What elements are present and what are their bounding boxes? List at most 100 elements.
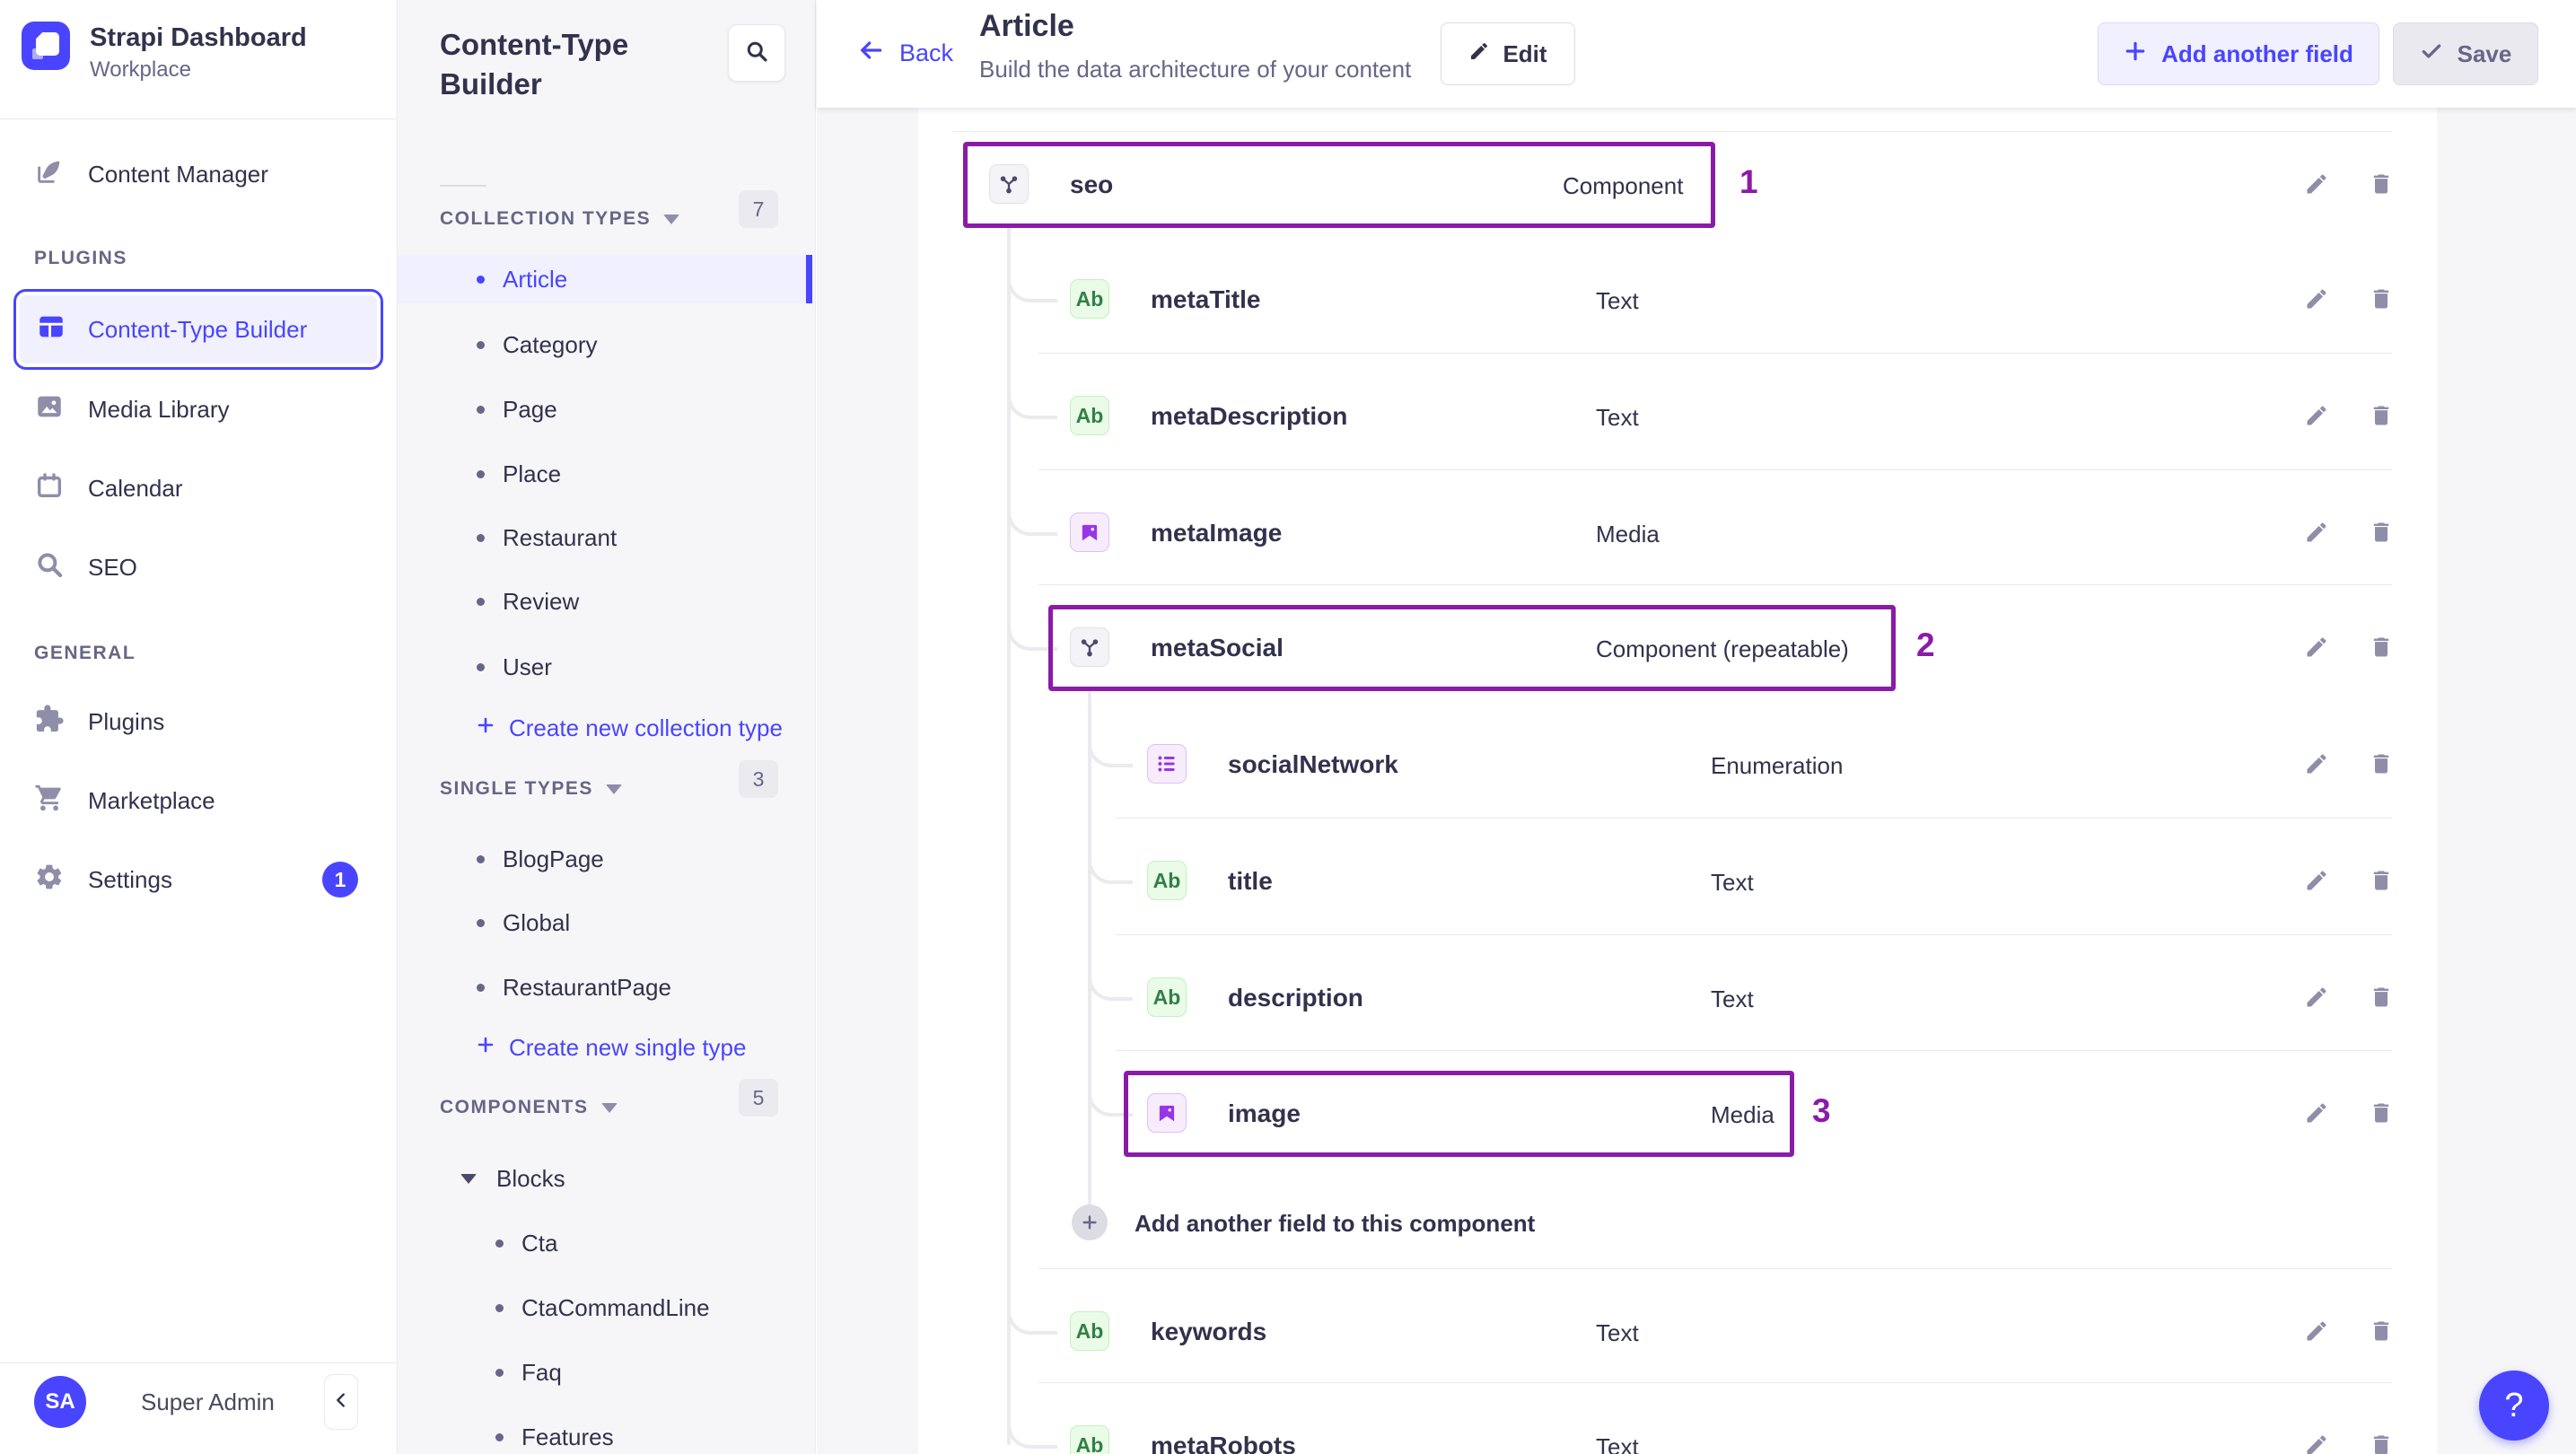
field-name: metaDescription [1151, 402, 1348, 430]
delete-field-button[interactable] [2363, 514, 2399, 550]
delete-field-button[interactable] [2363, 629, 2399, 665]
field-type: Text [1596, 1433, 1639, 1454]
collapse-sidebar-button[interactable] [324, 1374, 358, 1430]
sidebar-item-marketplace[interactable]: Marketplace [0, 768, 398, 833]
sidebar-item-label: Content Manager [88, 160, 268, 188]
components-header[interactable]: COMPONENTS [440, 1088, 618, 1127]
delete-field-button[interactable] [2363, 1427, 2399, 1454]
bullet-icon [477, 662, 485, 671]
edit-field-button[interactable] [2299, 514, 2335, 550]
edit-field-button[interactable] [2299, 1095, 2335, 1131]
subnav-item-user[interactable]: User [398, 643, 812, 691]
subnav-item-features[interactable]: Features [398, 1413, 812, 1454]
sidebar-item-label: Marketplace [88, 786, 215, 814]
field-name: description [1228, 984, 1363, 1012]
avatar[interactable]: SA [34, 1376, 86, 1428]
edit-field-button[interactable] [2299, 979, 2335, 1015]
create-collection-type-link[interactable]: Create new collection type [398, 705, 812, 750]
delete-field-button[interactable] [2363, 166, 2399, 202]
edit-field-button[interactable] [2299, 1313, 2335, 1349]
section-label: COLLECTION TYPES [440, 208, 652, 229]
subnav-item-category[interactable]: Category [398, 320, 812, 369]
subnav-item-place[interactable]: Place [398, 450, 812, 498]
add-field-to-component-label[interactable]: Add another field to this component [1135, 1210, 1535, 1238]
chevron-down-icon [605, 784, 622, 794]
sidebar-item-label: Calendar [88, 474, 183, 502]
delete-field-button[interactable] [2363, 1095, 2399, 1131]
sidebar-item-content-type-builder[interactable]: Content-Type Builder [13, 289, 383, 370]
field-type: Text [1596, 404, 1639, 431]
delete-field-button[interactable] [2363, 746, 2399, 782]
bullet-icon [477, 854, 485, 863]
page-title: Article [979, 9, 1074, 43]
sidebar-item-content-manager[interactable]: Content Manager [0, 142, 398, 206]
subnav-item-label: Category [503, 330, 598, 358]
edit-field-button[interactable] [2299, 281, 2335, 317]
subnav-item-restaurant[interactable]: Restaurant [398, 513, 812, 562]
save-button[interactable]: Save [2393, 22, 2538, 85]
delete-field-button[interactable] [2363, 281, 2399, 317]
field-row-metarobots: Ab metaRobots Text [918, 1387, 2437, 1454]
single-types-header[interactable]: SINGLE TYPES [440, 769, 622, 809]
edit-button[interactable]: Edit [1441, 22, 1575, 85]
bullet-icon [477, 918, 485, 927]
back-link[interactable]: Back [856, 36, 953, 71]
sidebar-item-seo[interactable]: SEO [0, 535, 398, 600]
section-general: GENERAL [34, 643, 136, 663]
subnav-item-article[interactable]: Article [398, 255, 812, 303]
subnav-item-ctacommandline[interactable]: CtaCommandLine [398, 1283, 812, 1332]
subnav-item-page[interactable]: Page [398, 385, 812, 434]
plus-icon [475, 714, 496, 742]
plus-circle-button[interactable] [1072, 1204, 1108, 1240]
subnav-item-faq[interactable]: Faq [398, 1348, 812, 1397]
subnav-item-label: Place [503, 460, 562, 487]
page-header: Back Article Build the data architecture… [817, 0, 2576, 108]
edit-label: Edit [1503, 39, 1547, 67]
strapi-logo-icon [22, 22, 70, 70]
sidebar-item-calendar[interactable]: Calendar [0, 456, 398, 521]
subnav-item-blogpage[interactable]: BlogPage [398, 835, 812, 883]
subnav-item-label: Review [503, 587, 580, 615]
subnav-item-review[interactable]: Review [398, 577, 812, 626]
subnav-item-label: Page [503, 395, 557, 423]
workspace-label: Workplace [90, 57, 191, 82]
field-row-keywords: Ab keywords Text [918, 1273, 2437, 1389]
subnav-item-global[interactable]: Global [398, 898, 812, 947]
edit-field-button[interactable] [2299, 746, 2335, 782]
settings-notification-badge: 1 [322, 862, 358, 898]
sidebar-item-plugins[interactable]: Plugins [0, 689, 398, 754]
edit-field-button[interactable] [2299, 1427, 2335, 1454]
pen-feather-icon [34, 156, 65, 193]
edit-field-button[interactable] [2299, 398, 2335, 434]
edit-field-button[interactable] [2299, 166, 2335, 202]
help-button[interactable]: ? [2479, 1371, 2549, 1441]
bullet-icon [495, 1239, 504, 1248]
collection-types-count: 7 [739, 190, 778, 228]
collection-types-header[interactable]: COLLECTION TYPES [440, 199, 680, 239]
delete-field-button[interactable] [2363, 979, 2399, 1015]
subnav-item-cta[interactable]: Cta [398, 1219, 812, 1267]
field-type: Text [1711, 985, 1754, 1012]
field-type: Text [1596, 1319, 1639, 1346]
add-field-to-component-row: Add another field to this component [918, 1182, 2437, 1263]
edit-field-button[interactable] [2299, 629, 2335, 665]
back-label: Back [899, 39, 954, 66]
section-label: SINGLE TYPES [440, 778, 593, 799]
search-button[interactable] [728, 24, 785, 82]
create-link-label: Create new single type [509, 1033, 747, 1061]
delete-field-button[interactable] [2363, 863, 2399, 898]
add-another-field-button[interactable]: Add another field [2098, 22, 2379, 85]
plus-icon [475, 1034, 496, 1062]
delete-field-button[interactable] [2363, 398, 2399, 434]
subnav-item-label: BlogPage [503, 845, 604, 872]
main-sidebar: Strapi Dashboard Workplace Content Manag… [0, 0, 398, 1454]
create-single-type-link[interactable]: Create new single type [398, 1025, 812, 1070]
fields-scroll-area[interactable]: seo Component 1 Ab metaTitle Text Ab met… [817, 108, 2576, 1454]
component-group-blocks[interactable]: Blocks [398, 1154, 812, 1203]
delete-field-button[interactable] [2363, 1313, 2399, 1349]
subnav-item-label: Cta [521, 1229, 558, 1257]
sidebar-item-media-library[interactable]: Media Library [0, 377, 398, 442]
main-area: Back Article Build the data architecture… [817, 0, 2576, 1454]
subnav-item-restaurantpage[interactable]: RestaurantPage [398, 963, 812, 1012]
edit-field-button[interactable] [2299, 863, 2335, 898]
